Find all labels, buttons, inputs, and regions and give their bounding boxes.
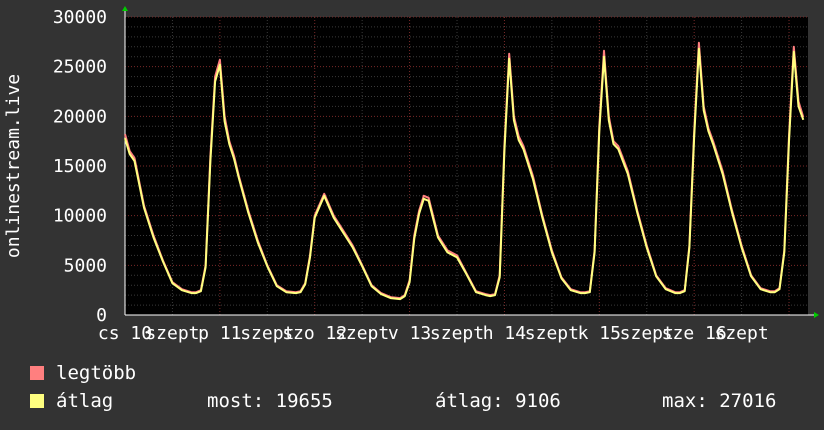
x-tick-label: k 15 [578,323,621,344]
y-tick-label: 20000 [53,106,107,127]
y-tick-label: 15000 [53,156,107,177]
legend-item-avg: átlag [30,390,113,412]
stat-current: most: 19655 [207,390,333,412]
x-tick-label: szept [430,323,484,344]
x-tick-label: p 11 [198,323,241,344]
x-tick-label: szept [335,323,389,344]
y-tick-label: 10000 [53,206,107,227]
stat-average: átlag: 9106 [435,390,561,412]
stat-maximum: max: 27016 [662,390,777,412]
legend-item-max: legtöbb [30,362,136,384]
y-axis-arrow [122,6,128,11]
y-tick-label: 25000 [53,57,107,78]
y-tick-label: 5000 [64,255,107,276]
x-tick-label: szept [145,323,199,344]
legend-swatch-max [30,366,44,380]
grid [124,16,808,316]
x-tick-label: v 13 [388,323,431,344]
x-tick-label: cs 10 [98,323,152,344]
line-chart: 050001000015000200002500030000 cs 10szep… [3,6,819,344]
legend-swatch-avg [30,394,44,408]
x-tick-label: szept [715,323,769,344]
x-tick-labels: cs 10szeptp 11szeptszo 12szeptv 13szepth… [98,323,769,344]
y-tick-label: 30000 [53,7,107,28]
x-tick-label: szept [525,323,579,344]
x-axis-arrow [814,312,819,318]
y-tick-labels: 050001000015000200002500030000 [53,7,107,326]
legend-label-avg: átlag [56,390,114,412]
y-axis-label: onlinestream.live [3,74,24,258]
x-tick-label: h 14 [483,323,526,344]
legend-label-max: legtöbb [56,362,137,384]
